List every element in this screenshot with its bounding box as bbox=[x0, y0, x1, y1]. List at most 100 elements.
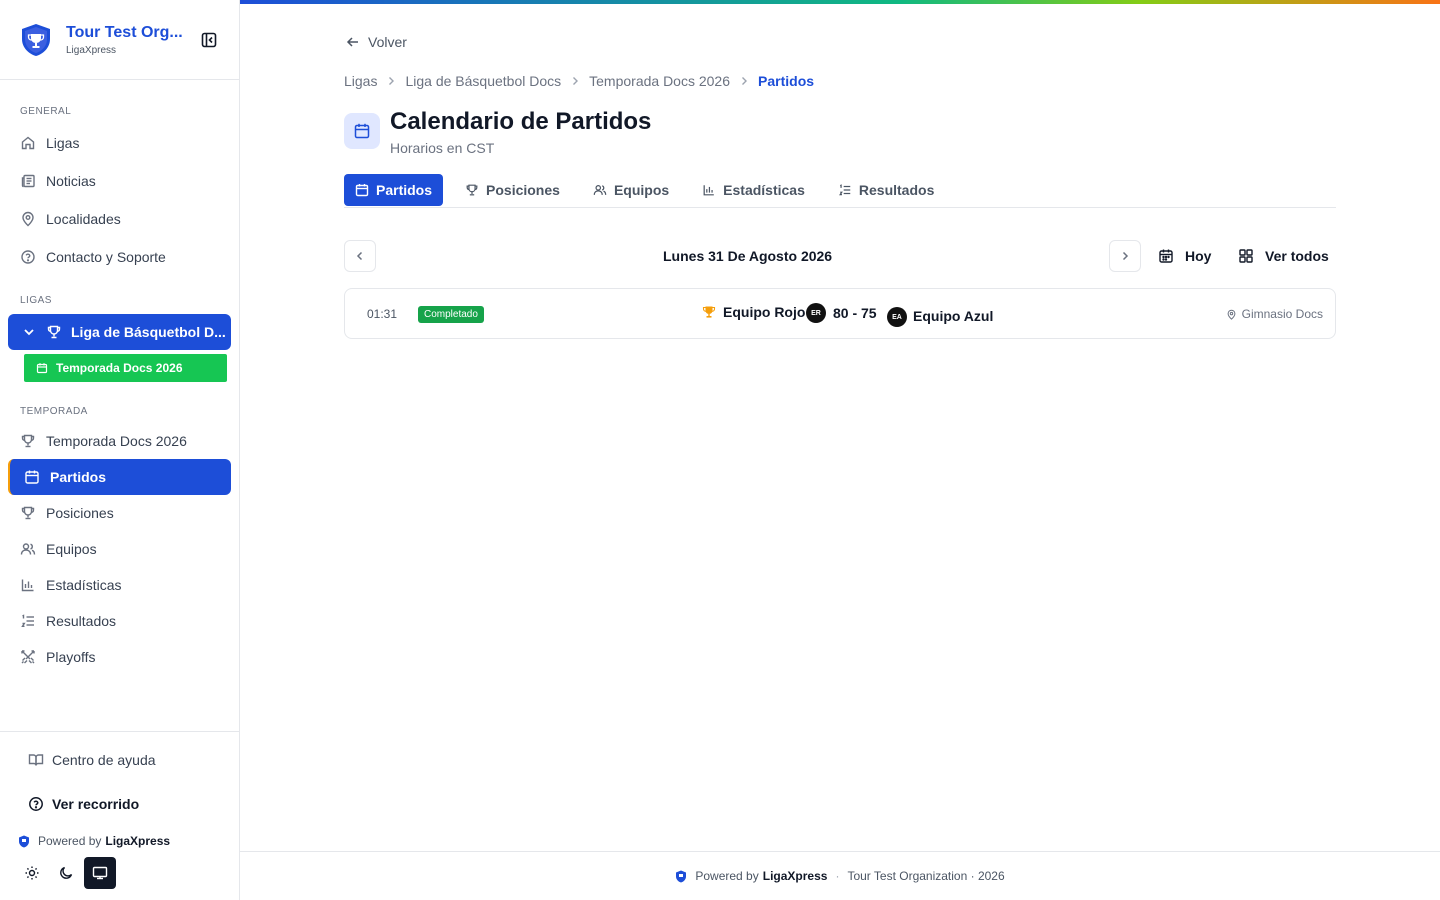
calendar-icon bbox=[36, 363, 48, 374]
brand-subtitle: LigaXpress bbox=[66, 44, 117, 56]
match-time: 01:31 bbox=[367, 307, 398, 321]
home-team-name: Equipo Rojo bbox=[723, 304, 806, 320]
sidebar-item-partidos[interactable]: Partidos bbox=[8, 459, 231, 495]
calendar-icon bbox=[355, 184, 369, 197]
sidebar-item-label: Noticias bbox=[46, 173, 96, 189]
chevron-right-icon bbox=[573, 77, 579, 85]
theme-light-button[interactable] bbox=[16, 857, 48, 889]
tab-label: Estadísticas bbox=[723, 182, 805, 198]
theme-dark-button[interactable] bbox=[50, 857, 82, 889]
sidebar-item-playoffs[interactable]: Playoffs bbox=[20, 643, 96, 671]
sidebar-item-posiciones[interactable]: Posiciones bbox=[20, 499, 114, 527]
swords-icon bbox=[21, 650, 35, 664]
away-team-name: Equipo Azul bbox=[913, 308, 994, 324]
sidebar-item-temporada[interactable]: Temporada Docs 2026 bbox=[20, 427, 187, 455]
chevron-right-icon bbox=[389, 77, 395, 85]
powered-by-sidebar: Powered by LigaXpress bbox=[18, 834, 170, 848]
section-label-general: GENERAL bbox=[20, 106, 72, 117]
tour-label: Ver recorrido bbox=[52, 796, 140, 812]
page-footer: Powered by LigaXpress · Tour Test Organi… bbox=[240, 851, 1440, 900]
sidebar-item-equipos[interactable]: Equipos bbox=[20, 535, 97, 563]
powered-brand[interactable]: LigaXpress bbox=[105, 834, 170, 848]
section-label-ligas: LIGAS bbox=[20, 295, 52, 306]
date-navigator: Lunes 31 De Agosto 2026 Hoy Ver todos bbox=[344, 240, 1336, 272]
current-date: Lunes 31 De Agosto 2026 bbox=[663, 248, 833, 264]
book-open-icon bbox=[28, 754, 44, 766]
theme-switcher bbox=[16, 857, 116, 889]
match-score: 80 - 75 bbox=[833, 305, 877, 321]
breadcrumb-season[interactable]: Temporada Docs 2026 bbox=[589, 73, 730, 89]
shield-logo-icon bbox=[19, 835, 29, 847]
collapse-sidebar-icon[interactable] bbox=[200, 31, 218, 49]
sidebar-item-contacto[interactable]: Contacto y Soporte bbox=[20, 243, 166, 271]
section-label-temporada: TEMPORADA bbox=[20, 406, 88, 417]
brand-shield-logo bbox=[22, 23, 50, 56]
sidebar-item-label: Ligas bbox=[46, 135, 80, 151]
shield-logo-icon bbox=[676, 870, 687, 882]
previous-day-button[interactable] bbox=[344, 240, 376, 272]
tab-resultados[interactable]: Resultados bbox=[827, 174, 945, 206]
help-center-label: Centro de ayuda bbox=[52, 752, 156, 768]
chevron-left-icon bbox=[356, 251, 363, 261]
sidebar-footer: Centro de ayuda Ver recorrido Powered by… bbox=[0, 731, 239, 900]
sidebar-item-localidades[interactable]: Localidades bbox=[20, 205, 121, 233]
users-icon bbox=[593, 185, 607, 195]
sidebar-item-active-season[interactable]: Temporada Docs 2026 bbox=[24, 354, 227, 382]
powered-prefix: Powered by bbox=[38, 834, 102, 848]
sidebar-item-label: Equipos bbox=[46, 541, 97, 557]
chevron-right-icon bbox=[1122, 251, 1129, 261]
org-name[interactable]: Tour Test Org... bbox=[66, 24, 183, 42]
page-subtitle: Horarios en CST bbox=[390, 140, 495, 156]
status-badge: Completado bbox=[418, 306, 484, 323]
tab-bar: Partidos Posiciones Equipos Estadísticas… bbox=[344, 174, 1336, 208]
away-team-avatar: EA bbox=[887, 307, 907, 327]
trophy-icon bbox=[21, 434, 35, 448]
breadcrumb-ligas[interactable]: Ligas bbox=[344, 73, 377, 89]
sidebar-item-label: Posiciones bbox=[46, 505, 114, 521]
tab-posiciones[interactable]: Posiciones bbox=[454, 174, 571, 206]
map-pin-icon bbox=[22, 211, 34, 227]
trophy-icon bbox=[466, 184, 478, 196]
sidebar-item-resultados[interactable]: Resultados bbox=[20, 607, 116, 635]
chevron-down-icon bbox=[24, 329, 34, 336]
help-center-link[interactable]: Centro de ayuda bbox=[28, 752, 156, 768]
today-button[interactable]: Hoy bbox=[1158, 240, 1211, 272]
breadcrumb-current: Partidos bbox=[758, 73, 815, 89]
tab-label: Equipos bbox=[613, 182, 670, 198]
chevron-right-icon bbox=[742, 77, 748, 85]
sun-icon bbox=[25, 866, 39, 880]
view-all-button[interactable]: Ver todos bbox=[1238, 240, 1329, 272]
sidebar-item-label: Resultados bbox=[46, 613, 117, 629]
next-day-button[interactable] bbox=[1109, 240, 1141, 272]
sidebar-item-label: Localidades bbox=[46, 211, 121, 227]
bar-chart-icon bbox=[703, 185, 714, 196]
calendar-icon bbox=[354, 123, 370, 139]
moon-icon bbox=[60, 866, 73, 879]
sidebar-item-active-league[interactable]: Liga de Básquetbol D... bbox=[8, 314, 231, 350]
newspaper-icon bbox=[21, 174, 35, 188]
page-title: Calendario de Partidos bbox=[390, 108, 652, 135]
tab-estadisticas[interactable]: Estadísticas bbox=[691, 174, 816, 206]
back-button[interactable]: Volver bbox=[346, 34, 407, 50]
sidebar-item-ligas[interactable]: Ligas bbox=[20, 129, 79, 157]
trophy-icon bbox=[21, 506, 35, 520]
brand-text: Tour Test Org... LigaXpress bbox=[66, 24, 183, 56]
tour-button[interactable]: Ver recorrido bbox=[28, 796, 139, 812]
active-league-label: Liga de Básquetbol D... bbox=[71, 324, 226, 340]
match-card[interactable]: 01:31 Completado Equipo Rojo ER 80 - 75 … bbox=[344, 288, 1336, 339]
venue-name: Gimnasio Docs bbox=[1241, 307, 1323, 321]
page-title-badge bbox=[344, 113, 380, 149]
tab-equipos[interactable]: Equipos bbox=[582, 174, 680, 206]
sidebar-item-noticias[interactable]: Noticias bbox=[20, 167, 96, 195]
sidebar-item-label: Playoffs bbox=[46, 649, 96, 665]
sidebar-item-estadisticas[interactable]: Estadísticas bbox=[20, 571, 121, 599]
sidebar-item-label: Contacto y Soporte bbox=[46, 249, 166, 265]
grid-icon bbox=[1239, 249, 1253, 263]
top-gradient-bar bbox=[240, 0, 1440, 4]
back-label: Volver bbox=[368, 34, 407, 50]
footer-powered-brand[interactable]: LigaXpress bbox=[763, 869, 828, 883]
calendar-icon bbox=[1159, 249, 1173, 263]
theme-system-button[interactable] bbox=[84, 857, 116, 889]
breadcrumb-league[interactable]: Liga de Básquetbol Docs bbox=[405, 73, 561, 89]
tab-partidos[interactable]: Partidos bbox=[344, 174, 444, 206]
